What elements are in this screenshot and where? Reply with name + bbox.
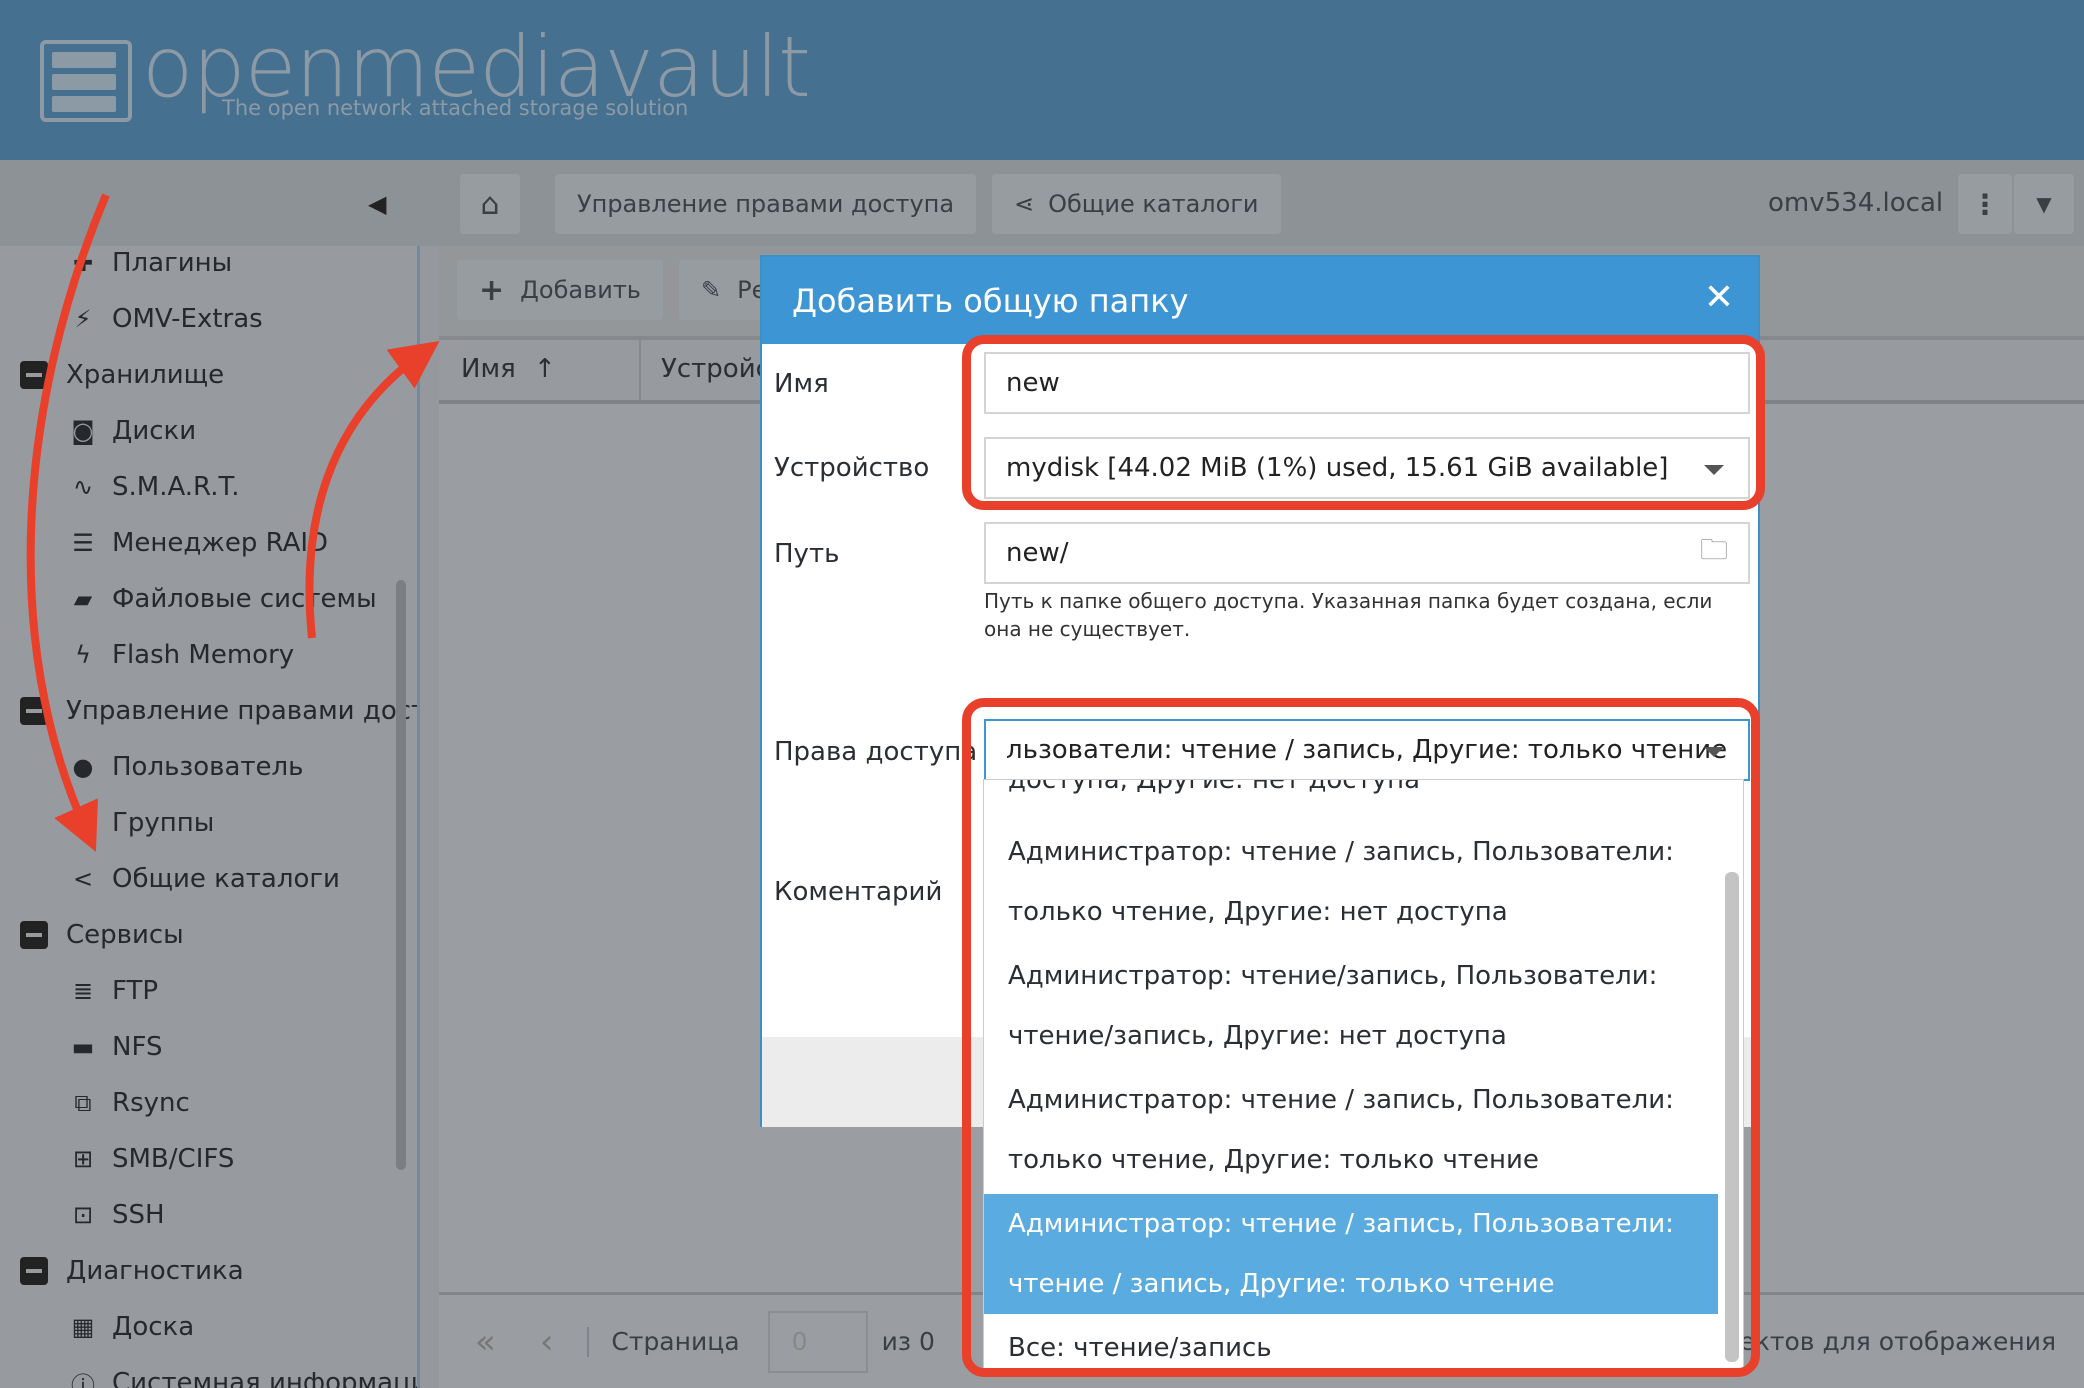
annotation-arrows bbox=[26, 193, 440, 852]
annotation-arrow-to-grid bbox=[305, 340, 440, 639]
annotation-arrow-to-shared-folders bbox=[26, 193, 110, 852]
